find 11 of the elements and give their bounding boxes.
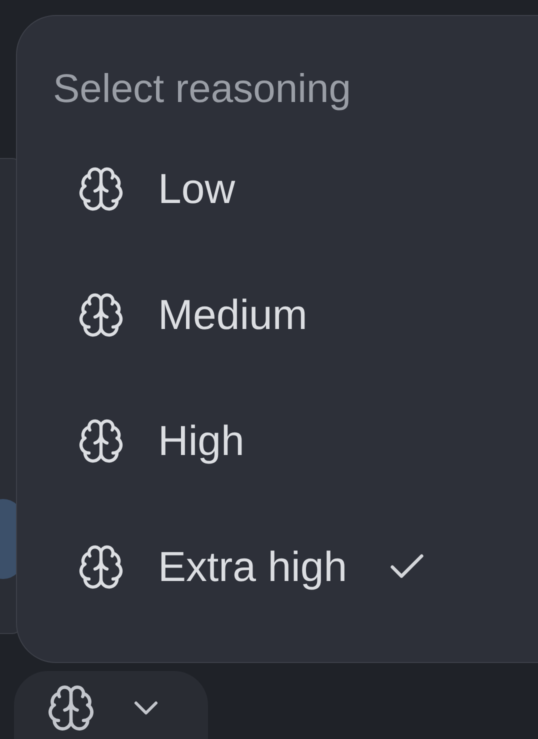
menu-item[interactable]: High [53, 378, 538, 504]
brain-icon [77, 417, 125, 465]
brain-icon [46, 683, 96, 733]
menu-title: Select reasoning [53, 66, 352, 113]
brain-icon [77, 543, 125, 591]
menu-item[interactable]: Medium [53, 252, 538, 378]
reasoning-button[interactable] [14, 671, 208, 739]
brain-icon [77, 291, 125, 339]
menu-item[interactable]: Extra high [53, 504, 538, 630]
brain-icon [77, 165, 125, 213]
menu-item[interactable]: Low [53, 126, 538, 252]
